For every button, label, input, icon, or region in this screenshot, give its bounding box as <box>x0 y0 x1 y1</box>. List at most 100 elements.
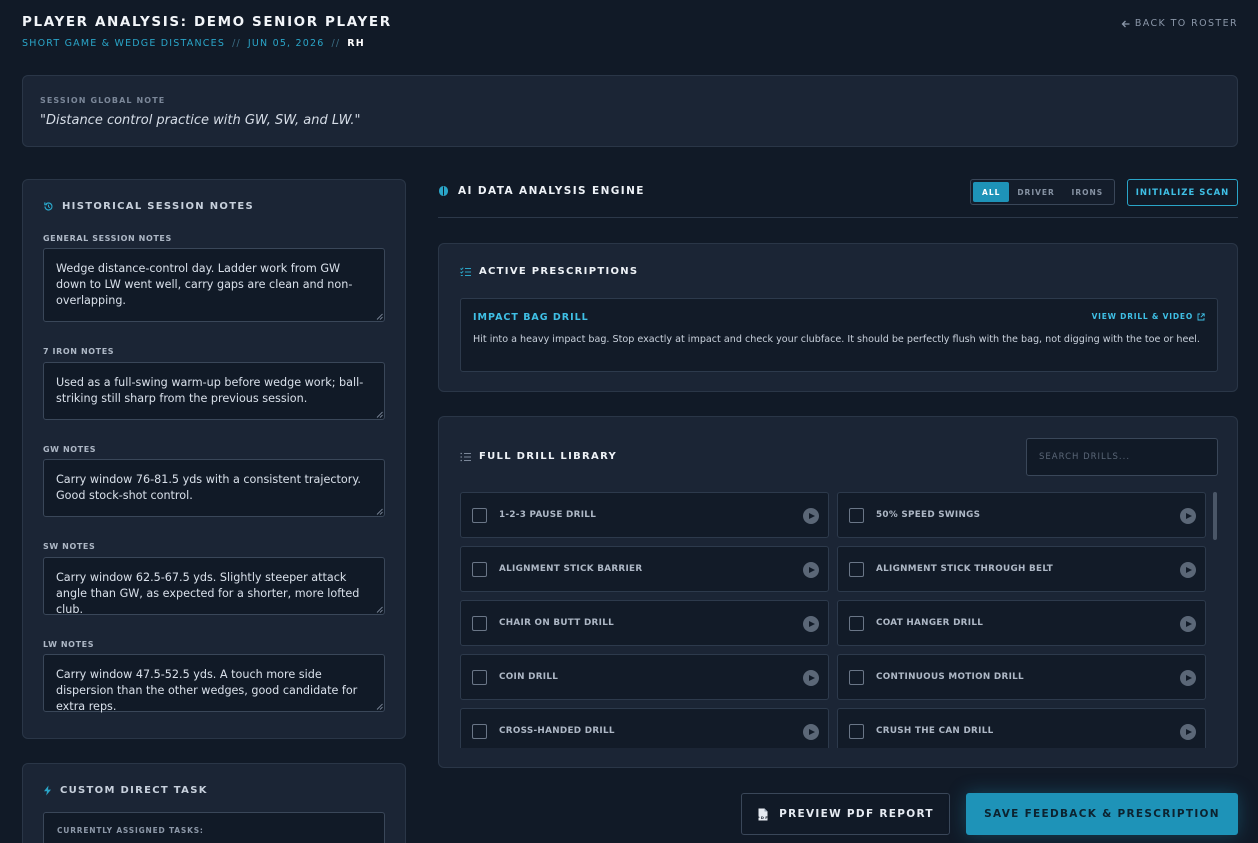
seven-iron-notes-textarea[interactable]: Used as a full-swing warm-up before wedg… <box>43 362 385 420</box>
drill-item[interactable]: CROSS-HANDED DRILL <box>460 708 829 748</box>
preview-pdf-label: PREVIEW PDF REPORT <box>779 808 934 820</box>
play-video-icon[interactable] <box>803 562 819 578</box>
drill-name: ALIGNMENT STICK THROUGH BELT <box>876 564 1054 574</box>
play-video-icon[interactable] <box>1180 508 1196 524</box>
drill-name: 1-2-3 PAUSE DRILL <box>499 510 597 520</box>
drill-checkbox[interactable] <box>472 562 487 577</box>
drill-item[interactable]: CONTINUOUS MOTION DRILL <box>837 654 1206 700</box>
drill-list-scrollbar[interactable] <box>1213 492 1217 748</box>
initialize-scan-button[interactable]: INITIALIZE SCAN <box>1127 179 1238 206</box>
general-notes-textarea[interactable]: Wedge distance-control day. Ladder work … <box>43 248 385 322</box>
drill-grid: 1-2-3 PAUSE DRILL 50% SPEED SWINGS ALIGNME… <box>460 492 1206 748</box>
session-meta: SHORT GAME & WEDGE DISTANCES // JUN 05, 20… <box>22 38 365 49</box>
drill-item[interactable]: ALIGNMENT STICK THROUGH BELT <box>837 546 1206 592</box>
back-to-roster-link[interactable]: BACK TO ROSTER <box>1121 18 1238 29</box>
drill-item[interactable]: CRUSH THE CAN DRILL <box>837 708 1206 748</box>
view-drill-video-link[interactable]: VIEW DRILL & VIDEO <box>1092 312 1205 321</box>
resize-handle-icon[interactable] <box>376 703 383 710</box>
resize-handle-icon[interactable] <box>376 313 383 320</box>
global-note-label: SESSION GLOBAL NOTE <box>40 96 166 105</box>
play-video-icon[interactable] <box>1180 670 1196 686</box>
play-video-icon[interactable] <box>1180 562 1196 578</box>
scrollbar-thumb[interactable] <box>1213 492 1217 540</box>
filter-irons-button[interactable]: IRONS <box>1063 182 1112 202</box>
drill-item[interactable]: CHAIR ON BUTT DRILL <box>460 600 829 646</box>
drill-checkbox[interactable] <box>472 724 487 739</box>
meta-separator: // <box>232 38 241 49</box>
prescription-description: Hit into a heavy impact bag. Stop exactl… <box>473 334 1200 345</box>
view-drill-video-label: VIEW DRILL & VIDEO <box>1091 312 1193 321</box>
drill-library-header: FULL DRILL LIBRARY <box>460 451 617 462</box>
list-icon <box>460 452 471 461</box>
session-date: JUN 05, 2026 <box>247 38 325 49</box>
active-prescriptions-panel: ACTIVE PRESCRIPTIONS IMPACT BAG DRILL VI… <box>438 243 1238 392</box>
play-video-icon[interactable] <box>1180 724 1196 740</box>
custom-task-title: CUSTOM DIRECT TASK <box>60 785 208 796</box>
gw-notes-label: GW NOTES <box>43 445 97 454</box>
prescription-drill-name: IMPACT BAG DRILL <box>473 312 589 323</box>
play-video-icon[interactable] <box>803 724 819 740</box>
play-video-icon[interactable] <box>803 508 819 524</box>
prescription-card: IMPACT BAG DRILL VIEW DRILL & VIDEO Hit … <box>460 298 1218 372</box>
drill-name: COAT HANGER DRILL <box>876 618 984 628</box>
drill-checkbox[interactable] <box>472 508 487 523</box>
save-feedback-button[interactable]: SAVE FEEDBACK & PRESCRIPTION <box>966 793 1238 835</box>
custom-task-panel: CUSTOM DIRECT TASK CURRENTLY ASSIGNED TA… <box>22 763 406 843</box>
drill-name: CROSS-HANDED DRILL <box>499 726 615 736</box>
general-notes-text: Wedge distance-control day. Ladder work … <box>56 262 353 307</box>
historical-notes-title: HISTORICAL SESSION NOTES <box>62 201 254 212</box>
play-video-icon[interactable] <box>803 616 819 632</box>
assigned-tasks-box[interactable]: CURRENTLY ASSIGNED TASKS: <box>43 812 385 843</box>
brain-icon <box>439 186 448 196</box>
seven-iron-notes-label: 7 IRON NOTES <box>43 347 115 356</box>
drill-search-input[interactable] <box>1026 438 1218 476</box>
arrow-left-icon <box>1121 20 1130 27</box>
seven-iron-notes-text: Used as a full-swing warm-up before wedg… <box>56 376 364 405</box>
lightning-icon <box>44 785 51 796</box>
drill-item[interactable]: COIN DRILL <box>460 654 829 700</box>
drill-checkbox[interactable] <box>849 508 864 523</box>
ai-engine-header: AI DATA ANALYSIS ENGINE <box>438 185 645 197</box>
gw-notes-textarea[interactable]: Carry window 76-81.5 yds with a consiste… <box>43 459 385 517</box>
ai-engine-title: AI DATA ANALYSIS ENGINE <box>458 185 645 197</box>
resize-handle-icon[interactable] <box>376 606 383 613</box>
session-global-note: SESSION GLOBAL NOTE "Distance control pr… <box>22 75 1238 147</box>
drill-checkbox[interactable] <box>472 670 487 685</box>
lw-notes-textarea[interactable]: Carry window 47.5-52.5 yds. A touch more… <box>43 654 385 713</box>
drill-item[interactable]: ALIGNMENT STICK BARRIER <box>460 546 829 592</box>
handedness-badge: RH <box>347 38 365 49</box>
active-prescriptions-title: ACTIVE PRESCRIPTIONS <box>479 266 639 277</box>
drill-checkbox[interactable] <box>849 670 864 685</box>
sw-notes-textarea[interactable]: Carry window 62.5-67.5 yds. Slightly ste… <box>43 557 385 616</box>
lw-notes-text: Carry window 47.5-52.5 yds. A touch more… <box>56 668 358 713</box>
drill-item[interactable]: 50% SPEED SWINGS <box>837 492 1206 538</box>
drill-checkbox[interactable] <box>472 616 487 631</box>
filter-driver-button[interactable]: DRIVER <box>1011 182 1060 202</box>
club-filter-group: ALL DRIVER IRONS <box>970 179 1115 205</box>
gw-notes-text: Carry window 76-81.5 yds with a consiste… <box>56 473 361 502</box>
preview-pdf-button[interactable]: PDF PREVIEW PDF REPORT <box>741 793 950 835</box>
back-to-roster-label: BACK TO ROSTER <box>1134 18 1238 29</box>
session-type: SHORT GAME & WEDGE DISTANCES <box>22 38 226 49</box>
resize-handle-icon[interactable] <box>376 508 383 515</box>
meta-separator: // <box>331 38 341 49</box>
pdf-icon-text: PDF <box>757 815 769 819</box>
filter-all-button[interactable]: ALL <box>973 182 1010 202</box>
resize-handle-icon[interactable] <box>376 411 383 418</box>
play-video-icon[interactable] <box>803 670 819 686</box>
drill-list[interactable]: 1-2-3 PAUSE DRILL 50% SPEED SWINGS ALIGNME… <box>460 492 1218 748</box>
drill-name: COIN DRILL <box>499 672 559 682</box>
checklist-icon <box>460 266 471 276</box>
assigned-tasks-label: CURRENTLY ASSIGNED TASKS: <box>57 826 204 835</box>
history-icon <box>44 202 53 211</box>
drill-checkbox[interactable] <box>849 562 864 577</box>
pdf-icon: PDF <box>757 808 769 820</box>
play-video-icon[interactable] <box>1180 616 1196 632</box>
drill-checkbox[interactable] <box>849 724 864 739</box>
drill-checkbox[interactable] <box>849 616 864 631</box>
general-notes-label: GENERAL SESSION NOTES <box>43 234 172 243</box>
drill-library-title: FULL DRILL LIBRARY <box>479 451 618 462</box>
historical-notes-header: HISTORICAL SESSION NOTES <box>43 201 254 212</box>
drill-item[interactable]: COAT HANGER DRILL <box>837 600 1206 646</box>
drill-item[interactable]: 1-2-3 PAUSE DRILL <box>460 492 829 538</box>
